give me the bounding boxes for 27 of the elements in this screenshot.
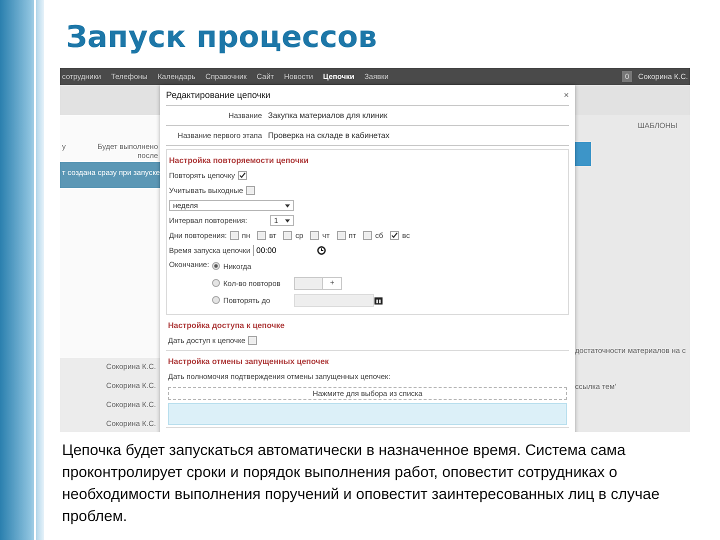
checkbox[interactable] [390,231,400,240]
section-heading: Настройка отмены запущенных цепочек [168,356,330,368]
panel-button[interactable] [575,142,591,166]
checkbox[interactable] [257,231,266,240]
checkbox[interactable] [248,336,258,345]
checkbox[interactable] [336,231,346,240]
radio-button[interactable] [212,296,220,304]
slide-caption: Цепочка будет запускаться автоматически в назначенное время. Система сама проконтролирует сроки и порядок выполнения работ, оповестит сотрудниках о необходимости выполнения поручений и оповестит заинтересованных лиц в случае проблем. [62,441,661,527]
radio-button[interactable] [212,279,220,287]
checkbox[interactable] [246,186,256,195]
radio-button[interactable] [212,262,220,270]
section-heading: Настройка повторяемости цепочки [169,155,310,167]
caret-icon [285,218,290,222]
checkbox[interactable] [283,231,292,240]
dialog-title: Редактирование цепочки [166,90,270,100]
close-button[interactable]: × [564,90,569,100]
date-field[interactable] [294,294,374,306]
slide-title: Запуск процессов [66,19,378,57]
number-field[interactable] [294,276,324,290]
checkbox[interactable] [238,171,247,180]
section-heading: Настройка доступа к цепочке [168,320,286,332]
calendar-icon[interactable] [374,296,384,304]
checkbox[interactable] [363,231,372,240]
caret-icon [285,204,290,208]
checkbox[interactable] [310,231,320,240]
clock-icon[interactable] [317,246,326,255]
checkbox[interactable] [230,231,239,240]
